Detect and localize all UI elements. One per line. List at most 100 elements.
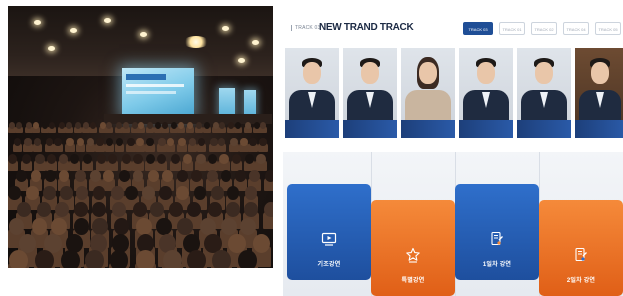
- audience-member: [92, 186, 106, 200]
- audience-member: [212, 250, 232, 268]
- tab-track-01[interactable]: TRACK 01: [499, 22, 525, 35]
- audience-member: [74, 170, 86, 182]
- card-label: 기조강연: [317, 262, 341, 268]
- audience-member: [121, 154, 131, 165]
- chandelier: [183, 36, 209, 48]
- audience-member: [122, 122, 129, 129]
- audience-member: [178, 122, 185, 129]
- audience-member: [162, 122, 169, 129]
- speaker-card[interactable]: [459, 48, 513, 138]
- audience-member: [26, 186, 39, 200]
- audience-member: [196, 154, 206, 165]
- ceiling-light: [222, 26, 229, 31]
- audience-member: [176, 170, 188, 182]
- audience-member: [8, 186, 21, 200]
- audience-member: [147, 122, 154, 129]
- audience-member: [25, 122, 32, 129]
- tab-track-03[interactable]: TRACK 03: [463, 22, 493, 35]
- audience-member: [125, 186, 138, 200]
- audience: [8, 118, 273, 268]
- audience-member: [200, 218, 216, 236]
- audience-member: [119, 170, 130, 182]
- ceiling-light: [252, 40, 259, 45]
- speaker-card[interactable]: [285, 48, 339, 138]
- audience-member: [105, 122, 112, 129]
- tab-track-04[interactable]: TRACK 04: [563, 22, 589, 35]
- hall-ceiling: [8, 6, 273, 76]
- audience-member: [34, 250, 54, 268]
- audience-member: [103, 170, 115, 182]
- audience-member: [237, 250, 257, 268]
- audience-member: [178, 138, 186, 147]
- audience-member: [264, 170, 273, 182]
- audience-member: [161, 170, 173, 182]
- speaker-caption: [517, 120, 571, 138]
- audience-member: [234, 122, 241, 129]
- audience-member: [138, 122, 145, 129]
- speaker-card[interactable]: [575, 48, 623, 138]
- side-screen: [219, 88, 235, 116]
- audience-member: [58, 154, 68, 165]
- speaker-card[interactable]: [517, 48, 571, 138]
- audience-member: [142, 186, 155, 200]
- audience-member: [89, 122, 96, 129]
- audience-member: [49, 122, 56, 129]
- day1-lecture-card[interactable]: 1일차 강연: [455, 184, 539, 280]
- track-header: TRACK 03 NEW TRAND TRACK TRACK 03 TRACK …: [283, 16, 623, 42]
- track-tabs: TRACK 03 TRACK 01 TRACK 02 TRACK 04 TRAC…: [463, 22, 621, 36]
- audience-member: [252, 234, 270, 253]
- audience-member: [136, 218, 152, 236]
- audience-member: [32, 122, 39, 129]
- audience-member: [230, 138, 238, 147]
- audience-member: [162, 250, 182, 268]
- ceiling-light: [34, 20, 41, 25]
- audience-member: [60, 186, 73, 200]
- audience-member: [109, 250, 129, 268]
- card-label: 2일차 강연: [566, 278, 596, 284]
- audience-member: [82, 122, 89, 129]
- document-edit-icon: [575, 247, 587, 262]
- audience-member: [133, 154, 143, 165]
- audience-member: [75, 186, 88, 200]
- ceiling-light: [104, 18, 111, 23]
- speaker-card[interactable]: [343, 48, 397, 138]
- audience-member: [132, 202, 147, 218]
- audience-member: [256, 154, 266, 165]
- audience-member: [264, 202, 273, 218]
- audience-member: [159, 186, 172, 200]
- speaker-caption: [459, 120, 513, 138]
- audience-member: [16, 202, 31, 218]
- audience-member: [157, 138, 166, 147]
- keynote-card[interactable]: 기조강연: [287, 184, 371, 280]
- audience-member: [187, 250, 207, 268]
- speaker-card[interactable]: [401, 48, 455, 138]
- audience-member: [148, 170, 159, 182]
- audience-member: [42, 122, 49, 129]
- card-label: 1일차 강연: [482, 262, 512, 268]
- track-number-label: TRACK 03: [291, 25, 321, 31]
- audience-member: [204, 122, 211, 129]
- speaker-caption: [343, 120, 397, 138]
- audience-member: [193, 186, 207, 200]
- audience-member: [66, 122, 73, 129]
- audience-member: [220, 218, 237, 236]
- ceiling-light: [140, 32, 147, 37]
- audience-member: [245, 186, 258, 200]
- tab-track-05[interactable]: TRACK 05: [595, 22, 621, 35]
- audience-member: [206, 170, 218, 182]
- track-panel: TRACK 03 NEW TRAND TRACK TRACK 03 TRACK …: [283, 16, 623, 296]
- day2-lecture-card[interactable]: 2일차 강연: [539, 200, 623, 296]
- audience-member: [145, 138, 154, 147]
- audience-member: [132, 170, 144, 182]
- speaker-list: [285, 48, 623, 138]
- tab-track-02[interactable]: TRACK 02: [531, 22, 557, 35]
- audience-member: [220, 170, 232, 182]
- special-lecture-card[interactable]: 특별강연: [371, 200, 455, 296]
- audience-member: [46, 154, 56, 165]
- audience-member: [244, 154, 254, 165]
- speaker-caption: [575, 120, 623, 138]
- audience-member: [186, 122, 193, 129]
- main-projection-screen: [122, 68, 194, 116]
- audience-member: [171, 122, 178, 129]
- video-play-icon: [321, 232, 337, 246]
